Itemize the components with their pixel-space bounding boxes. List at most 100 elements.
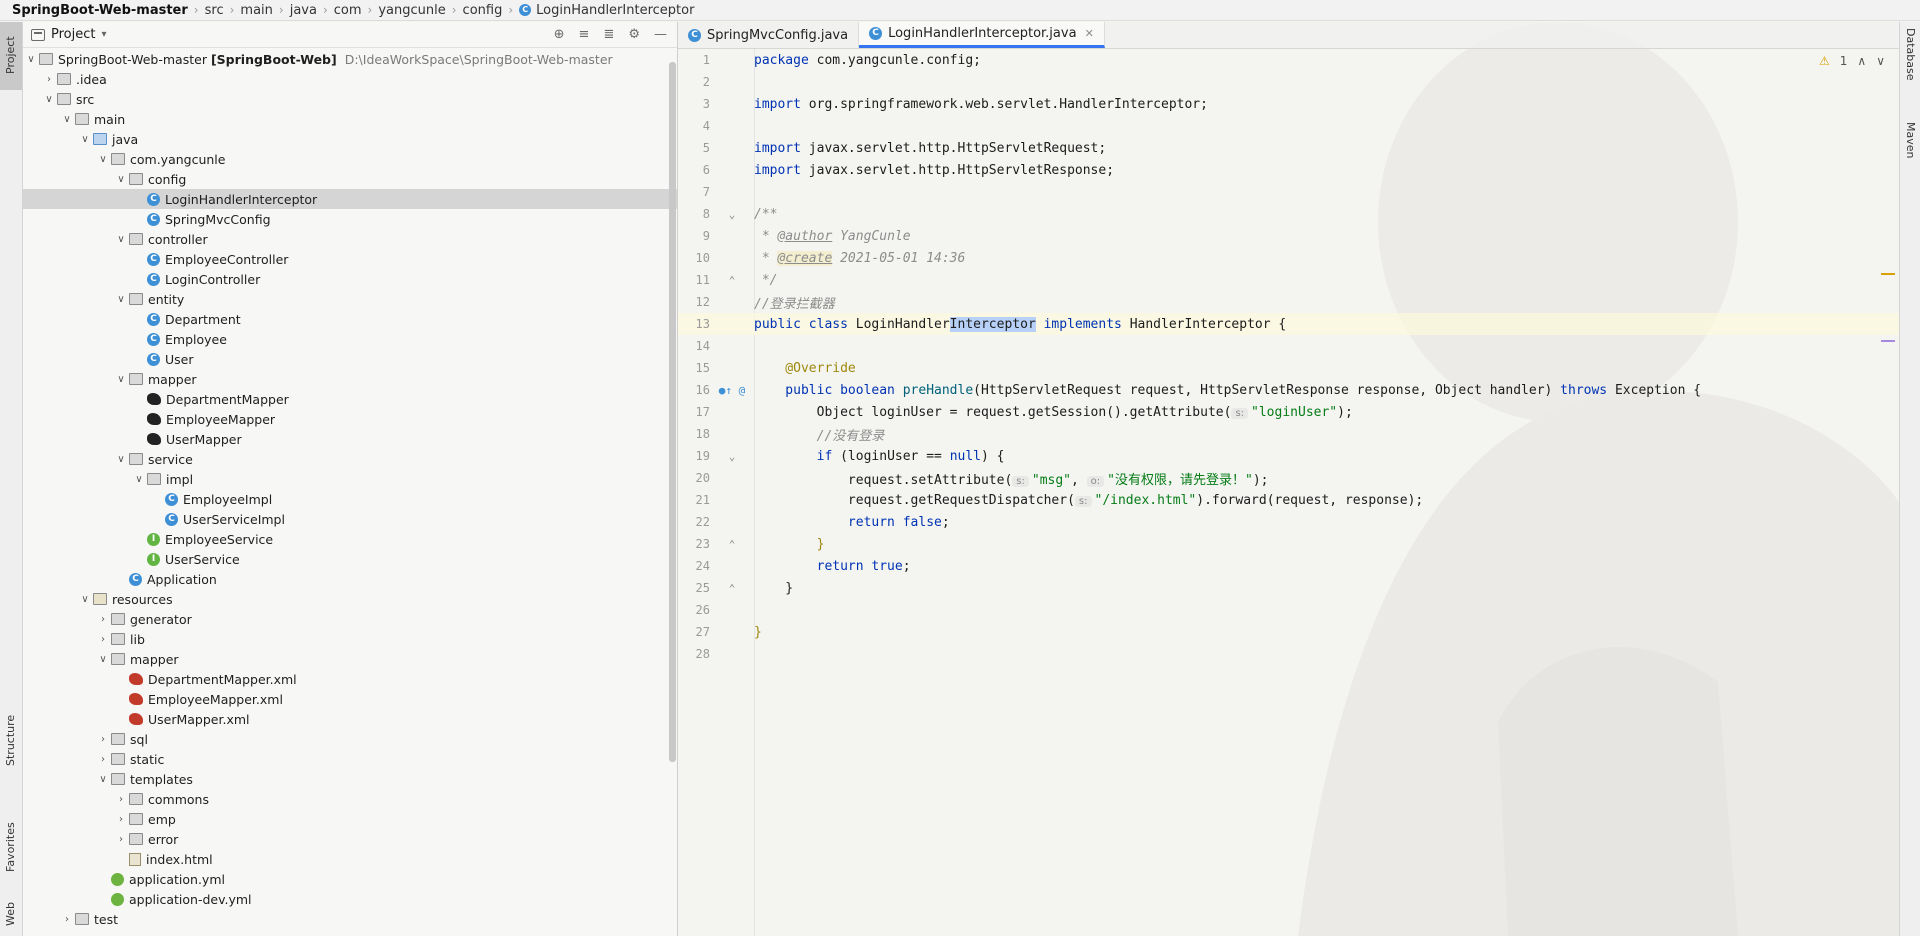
tree-item[interactable]: I EmployeeService [23,529,677,549]
minimize-icon[interactable]: — [654,27,667,42]
tree-item[interactable]: › error [23,829,677,849]
tree-item[interactable]: › static [23,749,677,769]
code-line[interactable]: 27 } [678,621,1899,643]
chevron-down-icon[interactable]: ∨ [95,154,111,165]
tree-item[interactable]: ∨ service [23,449,677,469]
fold-icon[interactable]: ⌄ [710,450,754,463]
tab-loginhandlerinterceptor[interactable]: C LoginHandlerInterceptor.java ✕ [859,22,1105,48]
tree-item[interactable]: C User [23,349,677,369]
tool-tab-maven[interactable]: Maven [1903,122,1919,192]
breadcrumb-item-class[interactable]: LoginHandlerInterceptor [536,3,694,18]
code-line[interactable]: 3 import org.springframework.web.servlet… [678,93,1899,115]
code-line[interactable]: 12 //登录拦截器 [678,291,1899,313]
code-line[interactable]: 28 [678,643,1899,665]
locate-icon[interactable]: ⊕ [554,27,565,42]
code-line[interactable]: 24 return true; [678,555,1899,577]
tree-item[interactable]: C SpringMvcConfig [23,209,677,229]
chevron-down-icon[interactable]: ∨ [41,94,57,105]
breadcrumb-item-com[interactable]: com [334,3,362,18]
tree-item[interactable]: DepartmentMapper [23,389,677,409]
tool-tab-structure[interactable]: Structure [0,710,22,782]
tree-item[interactable]: › sql [23,729,677,749]
code-line[interactable]: 25 ⌃ } [678,577,1899,599]
code-line[interactable]: 4 [678,115,1899,137]
usage-stripe-marker[interactable] [1881,340,1895,342]
chevron-right-icon[interactable]: › [95,754,111,765]
tree-item[interactable]: C LoginController [23,269,677,289]
fold-icon[interactable]: ⌄ [710,208,754,221]
tree-item[interactable]: C Employee [23,329,677,349]
project-scrollbar[interactable] [669,62,676,762]
code-line[interactable]: 9 * @author YangCunle [678,225,1899,247]
chevron-down-icon[interactable]: ▾ [101,29,106,40]
tree-item[interactable]: EmployeeMapper.xml [23,689,677,709]
tree-item[interactable]: EmployeeMapper [23,409,677,429]
chevron-right-icon[interactable]: › [113,794,129,805]
breadcrumb-item-main[interactable]: main [240,3,272,18]
chevron-right-icon[interactable]: › [113,834,129,845]
tree-item[interactable]: UserMapper [23,429,677,449]
code-line-current[interactable]: 13 public class LoginHandlerInterceptor … [678,313,1899,335]
tree-item[interactable]: application-dev.yml [23,889,677,909]
tree-item[interactable]: ∨ mapper [23,649,677,669]
tree-item[interactable]: DepartmentMapper.xml [23,669,677,689]
fold-icon[interactable]: ⌃ [710,582,754,595]
tree-item[interactable]: ∨ controller [23,229,677,249]
fold-icon[interactable]: ⌃ [710,538,754,551]
tree-item[interactable]: ∨ templates [23,769,677,789]
gear-icon[interactable]: ⚙ [628,27,640,42]
tool-tab-project[interactable]: Project [0,22,22,90]
fold-icon[interactable]: ⌃ [710,274,754,287]
tree-item[interactable]: C Department [23,309,677,329]
chevron-right-icon[interactable]: › [95,734,111,745]
chevron-down-icon[interactable]: ∨ [113,174,129,185]
tree-item[interactable]: C Application [23,569,677,589]
code-line[interactable]: 15 @Override [678,357,1899,379]
tree-item[interactable]: › lib [23,629,677,649]
code-line[interactable]: 10 * @create 2021-05-01 14:36 [678,247,1899,269]
code-line[interactable]: 5 import javax.servlet.http.HttpServletR… [678,137,1899,159]
chevron-down-icon[interactable]: ∨ [113,234,129,245]
tree-item[interactable]: ∨ java [23,129,677,149]
code-line[interactable]: 1 package com.yangcunle.config; [678,49,1899,71]
chevron-down-icon[interactable]: ∨ [59,114,75,125]
chevron-down-icon[interactable]: ∨ [113,294,129,305]
tree-item[interactable]: ∨ config [23,169,677,189]
tree-item[interactable]: ∨ entity [23,289,677,309]
chevron-right-icon[interactable]: › [95,614,111,625]
breadcrumb-item-src[interactable]: src [205,3,224,18]
chevron-right-icon[interactable]: › [113,814,129,825]
chevron-down-icon[interactable]: ∨ [77,594,93,605]
code-line[interactable]: 14 [678,335,1899,357]
code-line[interactable]: 19 ⌄ if (loginUser == null) { [678,445,1899,467]
chevron-right-icon[interactable]: › [59,914,75,925]
code-line[interactable]: 23 ⌃ } [678,533,1899,555]
tree-item[interactable]: ∨ main [23,109,677,129]
code-line[interactable]: 11 ⌃ */ [678,269,1899,291]
tab-springmvcconfig[interactable]: C SpringMvcConfig.java [678,22,860,48]
tree-item[interactable]: application.yml [23,869,677,889]
code-line[interactable]: 2 [678,71,1899,93]
tree-item[interactable]: ∨ src [23,89,677,109]
chevron-down-icon[interactable]: ∨ [77,134,93,145]
code-line[interactable]: 8 ⌄ /** [678,203,1899,225]
chevron-down-icon[interactable]: ∨ [131,474,147,485]
expand-all-icon[interactable]: ≡ [579,27,590,42]
override-marker-icon[interactable]: ●↑ @ [710,384,754,397]
tree-item[interactable]: ∨ impl [23,469,677,489]
chevron-right-icon[interactable]: › [95,634,111,645]
chevron-down-icon[interactable]: ∨ [113,374,129,385]
chevron-down-icon[interactable]: ∨ [95,774,111,785]
code-line[interactable]: 21 request.getRequestDispatcher(s: "/inde… [678,489,1899,511]
warning-stripe-marker[interactable] [1881,273,1895,275]
code-line[interactable]: 6 import javax.servlet.http.HttpServletR… [678,159,1899,181]
breadcrumb-item-yangcunle[interactable]: yangcunle [378,3,445,18]
tree-item[interactable]: ∨ com.yangcunle [23,149,677,169]
tree-item[interactable]: ∨ mapper [23,369,677,389]
code-line[interactable]: 18 //没有登录 [678,423,1899,445]
tree-item[interactable]: › test [23,909,677,929]
code-line[interactable]: 20 request.setAttribute(s: "msg", o: "没有权限… [678,467,1899,489]
tree-item[interactable]: C EmployeeImpl [23,489,677,509]
tree-item[interactable]: UserMapper.xml [23,709,677,729]
code-line[interactable]: 22 return false; [678,511,1899,533]
